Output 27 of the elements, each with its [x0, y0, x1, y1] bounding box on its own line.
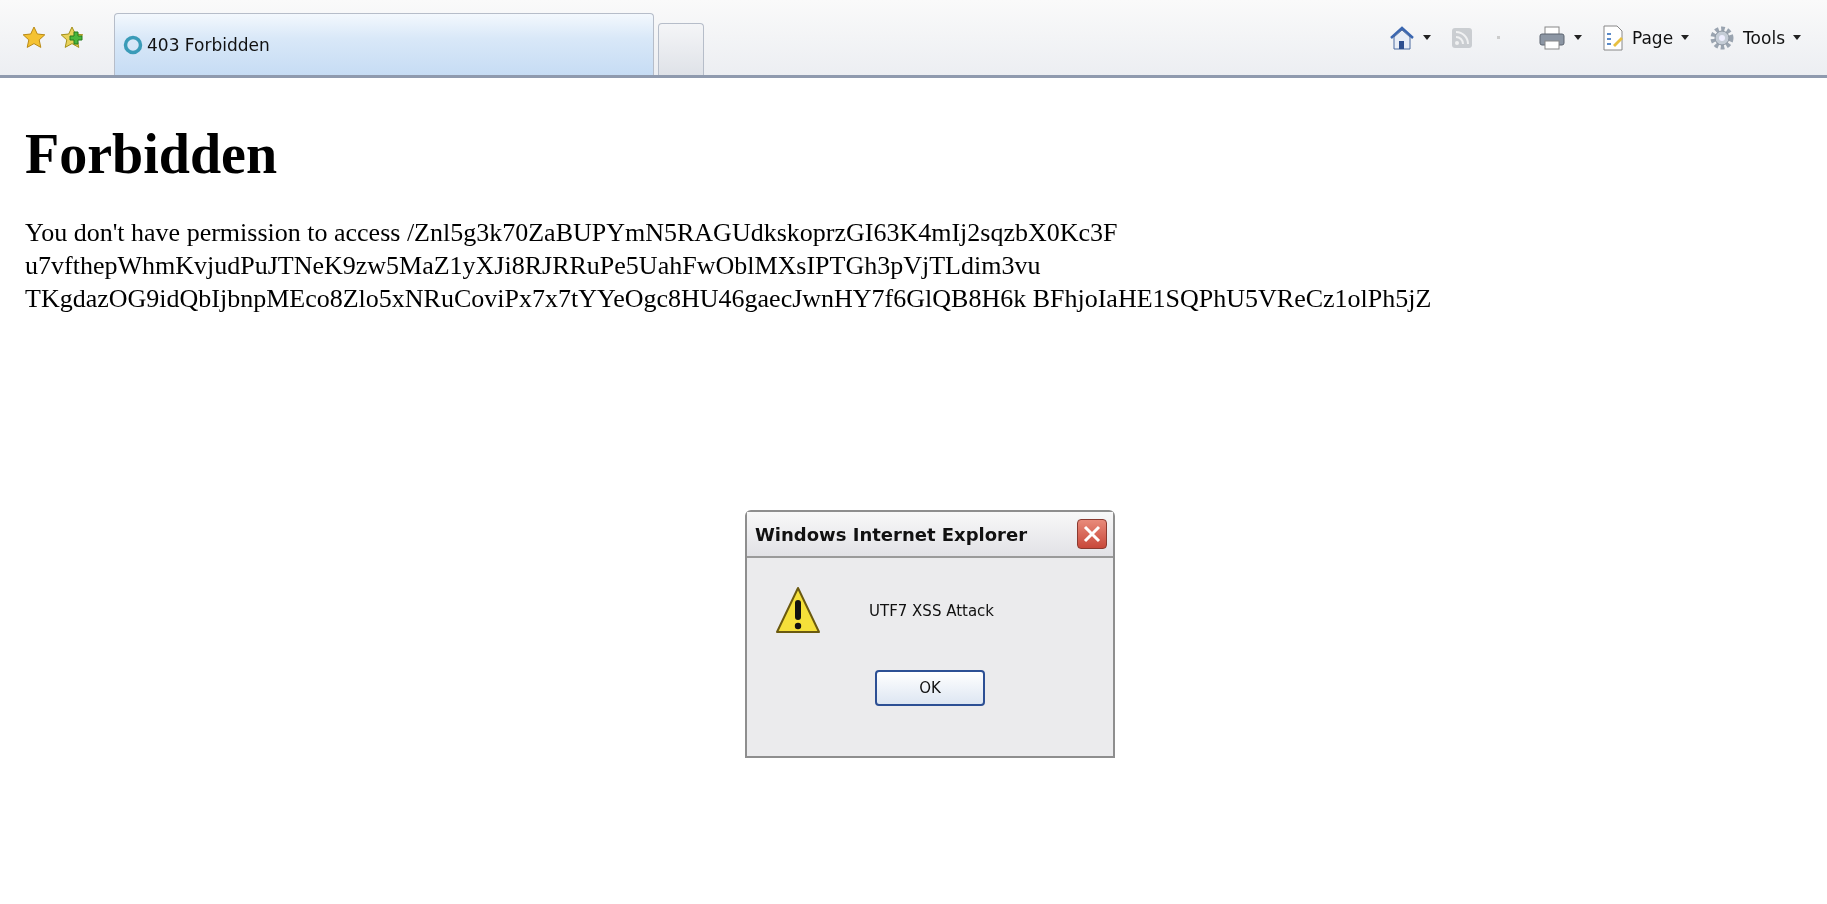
gear-icon [1709, 24, 1736, 51]
caret-icon [1573, 35, 1582, 40]
page-heading: Forbidden [25, 122, 278, 186]
home-icon [1388, 24, 1415, 51]
home-button[interactable] [1388, 24, 1431, 51]
dialog-title: Windows Internet Explorer [755, 523, 1028, 545]
printer-icon [1537, 24, 1566, 51]
feed-icon [1450, 26, 1473, 49]
caret-icon [1681, 35, 1690, 40]
ok-button[interactable]: OK [875, 670, 985, 706]
new-tab-button[interactable] [658, 23, 704, 75]
print-button[interactable] [1537, 24, 1582, 51]
page-menu[interactable]: Page [1601, 24, 1690, 51]
dialog-message: UTF7 XSS Attack [869, 602, 995, 620]
star-icon[interactable] [22, 25, 46, 50]
tab-title: 403 Forbidden [147, 34, 270, 55]
warning-icon [775, 586, 821, 636]
close-icon [1083, 525, 1101, 543]
add-favorite-icon[interactable] [60, 25, 86, 50]
tools-menu[interactable]: Tools [1709, 24, 1801, 51]
loading-icon [123, 34, 143, 55]
close-button[interactable] [1077, 519, 1107, 549]
error-message: You don't have permission to access /Znl5g3k70ZaBUPYmN5RAGUdkskoprzGI63K4mIj2sqzbX0Kc3F u7vfthepWhmKvjudPuJTNeK9zw5MaZ1yXJi8RJRRuPe5UahFwOblMXsIPTGh3pVjTLdim3vu TKgdazOG9idQbIjbnpMEco8Zlo5xNRuCoviPx7x7tYYeOgc8HU46gaecJwnHY7f6GlQB8H6k BFhjoIaHE1SQPhU5VReCz1olPh5jZ [25, 217, 1432, 315]
document-icon [1601, 24, 1624, 51]
caret-icon [1793, 35, 1801, 40]
caret-icon [1422, 35, 1431, 40]
browser-tab[interactable]: 403 Forbidden [114, 13, 654, 75]
